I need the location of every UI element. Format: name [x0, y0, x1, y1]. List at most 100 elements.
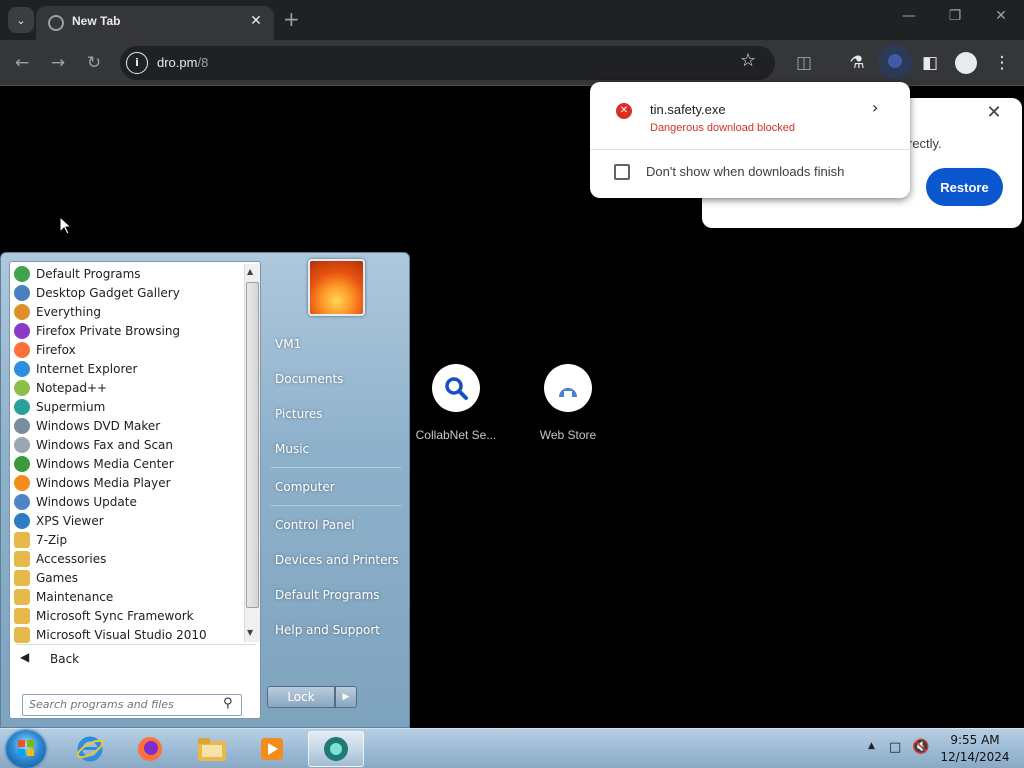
- program-item[interactable]: Windows DVD Maker: [12, 416, 244, 435]
- media-player-icon: [261, 738, 283, 760]
- folder-icon: [198, 738, 226, 761]
- tab-close-icon[interactable]: ✕: [246, 11, 266, 31]
- program-item[interactable]: Firefox Private Browsing: [12, 321, 244, 340]
- program-label: XPS Viewer: [36, 513, 104, 528]
- reload-icon[interactable]: ↻: [82, 51, 106, 75]
- ie-icon: [76, 736, 104, 762]
- clock-time[interactable]: 9:55 AM: [940, 733, 1010, 747]
- taskbar-explorer[interactable]: [184, 731, 240, 767]
- scroll-up-icon[interactable]: ▲: [247, 267, 253, 276]
- chevron-right-icon[interactable]: ›: [872, 98, 878, 117]
- start-item-control-panel[interactable]: Control Panel: [275, 518, 355, 532]
- folder-icon: [14, 569, 30, 586]
- program-label: Windows Update: [36, 494, 137, 509]
- program-item[interactable]: Windows Media Player: [12, 473, 244, 492]
- program-label: Notepad++: [36, 380, 108, 395]
- restore-window-button[interactable]: ❐: [940, 8, 970, 24]
- tab-new-tab[interactable]: New Tab ✕: [36, 6, 274, 40]
- browser-toolbar: ← → ↻ i dro.pm/8 ☆ ◫ ⚗ ◧ ⋮: [0, 40, 1024, 86]
- start-item-devices-printers[interactable]: Devices and Printers: [275, 553, 399, 567]
- program-item[interactable]: Firefox: [12, 340, 244, 359]
- program-item[interactable]: 7-Zip: [12, 530, 244, 549]
- start-item-documents[interactable]: Documents: [275, 372, 343, 386]
- dont-show-label[interactable]: Don't show when downloads finish: [646, 164, 844, 179]
- search-icon[interactable]: ⚲: [223, 696, 233, 711]
- start-item-computer[interactable]: Computer: [275, 480, 335, 494]
- close-window-button[interactable]: ✕: [986, 8, 1016, 24]
- tab-strip: ⌄ New Tab ✕ + — ❐ ✕: [0, 0, 1024, 40]
- shutdown-options-arrow-icon[interactable]: ▶: [335, 686, 357, 708]
- download-file-name[interactable]: tin.safety.exe: [650, 102, 726, 117]
- url-text[interactable]: dro.pm/8: [157, 55, 208, 70]
- programs-scrollbar[interactable]: ▲ ▼: [244, 264, 260, 642]
- side-panel-icon[interactable]: ◧: [918, 51, 942, 75]
- start-item-music[interactable]: Music: [275, 442, 309, 456]
- media-player-icon: [14, 474, 30, 491]
- show-hidden-icons-icon[interactable]: ▲: [868, 741, 875, 751]
- back-button[interactable]: Back: [50, 652, 79, 666]
- taskbar-media-player[interactable]: [244, 731, 300, 767]
- program-item[interactable]: Maintenance: [12, 587, 244, 606]
- program-item[interactable]: Accessories: [12, 549, 244, 568]
- start-item-default-programs[interactable]: Default Programs: [275, 588, 380, 602]
- new-tab-button[interactable]: +: [283, 8, 300, 30]
- shortcut-collabnet[interactable]: CollabNet Se...: [406, 364, 506, 454]
- clock-date[interactable]: 12/14/2024: [940, 750, 1010, 764]
- site-info-icon[interactable]: i: [126, 52, 148, 74]
- program-item[interactable]: Default Programs: [12, 264, 244, 283]
- labs-flask-icon[interactable]: ⚗: [845, 51, 869, 75]
- back-arrow-icon[interactable]: ←: [10, 51, 34, 75]
- minimize-button[interactable]: —: [894, 8, 924, 24]
- menu-kebab-icon[interactable]: ⋮: [990, 51, 1014, 75]
- lock-button[interactable]: Lock: [267, 686, 335, 708]
- start-item-pictures[interactable]: Pictures: [275, 407, 323, 421]
- shortcut-web-store[interactable]: Web Store: [518, 364, 618, 454]
- folder-icon: [14, 626, 30, 643]
- program-item[interactable]: Windows Media Center: [12, 454, 244, 473]
- program-item[interactable]: Games: [12, 568, 244, 587]
- taskbar-internet-explorer[interactable]: [62, 731, 118, 767]
- program-label: Supermium: [36, 399, 106, 414]
- scroll-down-icon[interactable]: ▼: [247, 628, 253, 637]
- program-item[interactable]: Supermium: [12, 397, 244, 416]
- forward-arrow-icon[interactable]: →: [46, 51, 70, 75]
- start-item-help-support[interactable]: Help and Support: [275, 623, 380, 637]
- network-icon[interactable]: □: [889, 740, 901, 755]
- supermium-icon: [14, 398, 30, 415]
- start-button[interactable]: [6, 730, 46, 768]
- programs-list: Default Programs Desktop Gadget Gallery Ev…: [12, 264, 244, 644]
- program-item[interactable]: Microsoft Sync Framework: [12, 606, 244, 625]
- program-item[interactable]: Internet Explorer: [12, 359, 244, 378]
- all-programs-panel: Default Programs Desktop Gadget Gallery Ev…: [9, 261, 261, 719]
- user-picture-avatar[interactable]: [308, 259, 365, 316]
- start-item-vm1[interactable]: VM1: [275, 337, 301, 351]
- program-label: Microsoft Sync Framework: [36, 608, 194, 623]
- program-item[interactable]: Desktop Gadget Gallery: [12, 283, 244, 302]
- bookmark-star-icon[interactable]: ☆: [740, 50, 756, 71]
- program-item[interactable]: Microsoft Visual Studio 2010: [12, 625, 244, 644]
- address-bar[interactable]: i dro.pm/8 ☆: [120, 46, 775, 80]
- scroll-thumb[interactable]: [246, 282, 259, 608]
- dont-show-checkbox[interactable]: [614, 164, 630, 180]
- close-icon[interactable]: ✕: [984, 102, 1004, 123]
- taskbar-supermium[interactable]: [308, 731, 364, 767]
- divider: [590, 149, 910, 150]
- program-item[interactable]: Notepad++: [12, 378, 244, 397]
- restore-button[interactable]: Restore: [926, 168, 1003, 206]
- start-search-box[interactable]: ⚲: [22, 694, 242, 716]
- tab-search-button[interactable]: ⌄: [8, 7, 34, 33]
- download-icon: [888, 54, 902, 68]
- program-item[interactable]: XPS Viewer: [12, 511, 244, 530]
- collabnet-favicon: [432, 364, 480, 412]
- program-item[interactable]: Windows Fax and Scan: [12, 435, 244, 454]
- downloads-button[interactable]: [878, 45, 912, 79]
- program-item[interactable]: Everything: [12, 302, 244, 321]
- program-item[interactable]: Windows Update: [12, 492, 244, 511]
- volume-muted-icon[interactable]: 🔇: [912, 739, 929, 755]
- back-arrow-icon[interactable]: ◀: [20, 650, 29, 664]
- extensions-icon[interactable]: ◫: [792, 51, 816, 75]
- folder-icon: [14, 588, 30, 605]
- profile-avatar-icon[interactable]: [955, 52, 977, 74]
- taskbar-firefox[interactable]: [122, 731, 178, 767]
- search-input[interactable]: [29, 698, 219, 711]
